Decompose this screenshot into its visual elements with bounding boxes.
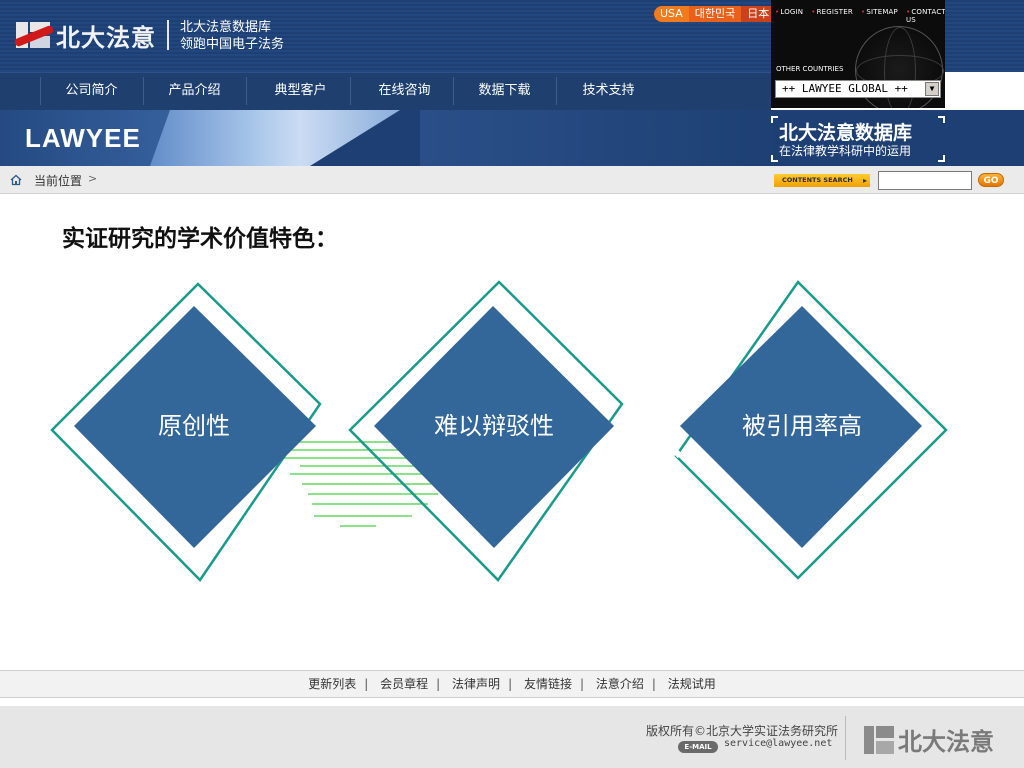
brand-box: 北大法意数据库 在法律教学科研中的运用 [771,116,945,162]
logo-text: 北大法意 [56,23,156,52]
brand-subtitle: 在法律教学科研中的运用 [779,144,912,158]
diamond-label-3: 被引用率高 [742,412,862,440]
diamond-label-2: 难以辩驳性 [434,412,554,440]
global-panel: LOGIN REGISTER SITEMAP CONTACT US OTHER … [771,0,945,108]
nav-item-support[interactable]: 技术支持 [557,73,660,109]
main-nav: 公司简介 产品介绍 典型客户 在线咨询 数据下载 技术支持 [0,72,771,110]
nav-item-consult[interactable]: 在线咨询 [353,73,456,109]
nav-separator [350,77,351,105]
logo[interactable]: 北大法意 [13,18,156,52]
logo-mark-icon [13,20,55,50]
chevron-down-icon[interactable]: ▼ [925,82,939,96]
copyright: 版权所有©北京大学实证法务研究所 [646,724,839,738]
slogan: 北大法意数据库 领跑中国电子法务 [180,19,284,53]
slogan-line2: 领跑中国电子法务 [180,37,285,52]
other-countries-label: OTHER COUNTRIES [776,65,844,73]
lang-usa[interactable]: USA [654,6,689,22]
brand-title: 北大法意数据库 [779,122,913,144]
nav-separator [246,77,247,105]
nav-item-clients[interactable]: 典型客户 [249,73,352,109]
contact-us-link[interactable]: CONTACT US [906,8,945,24]
footer-link-legal[interactable]: 法律声明 [448,677,504,691]
nav-item-download[interactable]: 数据下载 [453,73,556,109]
features-diagram: 原创性 难以辩驳性 被引用率高 [40,270,960,600]
lang-korea[interactable]: 대한민국 [688,6,742,22]
sitemap-link[interactable]: SITEMAP [861,8,898,24]
footer: 版权所有©北京大学实证法务研究所 E-MAIL service@lawyee.n… [0,706,1024,768]
page-title: 实证研究的学术价值特色： [62,225,338,252]
diamond-label-1: 原创性 [158,412,230,440]
email-badge: E-MAIL [678,741,718,753]
footer-links: 更新列表 | 会员章程 | 法律声明 | 友情链接 | 法意介绍 | 法规试用 [0,670,1024,698]
footer-link-trial[interactable]: 法规试用 [664,677,720,691]
footer-logo-text: 北大法意 [898,728,994,756]
login-link[interactable]: LOGIN [775,8,803,24]
email-link[interactable]: service@lawyee.net [724,738,832,749]
search-input[interactable] [878,171,972,190]
logo-divider [167,20,169,50]
footer-link-updates[interactable]: 更新列表 [304,677,360,691]
chevron-right-icon: > [88,172,98,185]
contents-search-button[interactable]: CONTENTS SEARCH [774,174,870,187]
global-select-value: ++ LAWYEE GLOBAL ++ [782,82,908,95]
slogan-line1: 北大法意数据库 [180,20,272,35]
footer-link-about[interactable]: 法意介绍 [592,677,648,691]
language-bar: USA 대한민국 日本 [654,6,776,22]
register-link[interactable]: REGISTER [811,8,853,24]
breadcrumb-label: 当前位置 [34,174,83,188]
footer-divider [845,716,846,760]
global-select[interactable]: ++ LAWYEE GLOBAL ++ ▼ [775,80,941,98]
footer-link-membership[interactable]: 会员章程 [376,677,432,691]
banner-lawyee: LAWYEE [25,123,141,153]
top-links: LOGIN REGISTER SITEMAP CONTACT US [775,8,945,24]
footer-logo-mark-icon [864,725,894,754]
nav-item-products[interactable]: 产品介绍 [143,73,246,109]
footer-logo: 北大法意 [864,722,994,757]
go-button[interactable]: GO [978,173,1004,187]
banner: LAWYEE 北大法意数据库 在法律教学科研中的运用 [0,110,1024,166]
breadcrumb: 当前位置 > [0,166,1024,194]
nav-item-company[interactable]: 公司简介 [40,73,143,109]
footer-link-friends[interactable]: 友情链接 [520,677,576,691]
home-icon[interactable] [10,174,22,186]
